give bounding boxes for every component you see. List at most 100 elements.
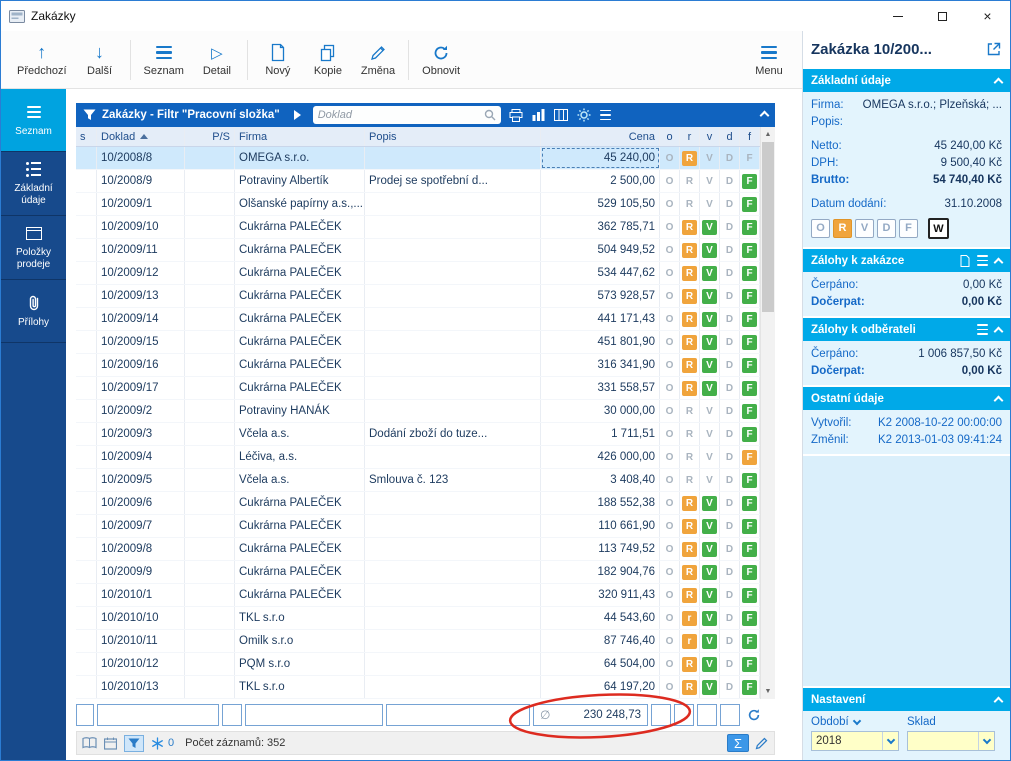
summary-cell[interactable]: [674, 704, 694, 726]
minimize-button[interactable]: [875, 1, 920, 31]
column-header-v[interactable]: v: [700, 127, 720, 146]
summary-cell[interactable]: [697, 704, 717, 726]
close-button[interactable]: ×: [965, 1, 1010, 31]
filter-menu-icon[interactable]: [600, 110, 611, 121]
table-row[interactable]: 10/2009/13Cukrárna PALEČEK573 928,57ORVD…: [76, 285, 760, 308]
column-header-f[interactable]: f: [740, 127, 760, 146]
column-header-cena[interactable]: Cena: [541, 127, 660, 146]
column-header-firma[interactable]: Firma: [235, 127, 365, 146]
summary-cell[interactable]: [245, 704, 383, 726]
summary-cell[interactable]: [97, 704, 219, 726]
summary-cell[interactable]: [386, 704, 530, 726]
table-row[interactable]: 10/2009/4Léčiva, a.s.426 000,00ORVDF: [76, 446, 760, 469]
collapse-section-icon[interactable]: [994, 326, 1004, 336]
menu-button[interactable]: Menu: [744, 39, 794, 80]
collapse-filterbar-icon[interactable]: [761, 106, 768, 124]
table-row[interactable]: 10/2009/6Cukrárna PALEČEK188 552,38ORVDF: [76, 492, 760, 515]
collapse-section-icon[interactable]: [994, 696, 1004, 706]
section-header-zalohy-odberatel[interactable]: Zálohy k odběrateli: [803, 318, 1010, 341]
table-row[interactable]: 10/2008/9Potraviny AlbertíkProdej se spo…: [76, 170, 760, 193]
active-filter-icon[interactable]: [124, 735, 144, 752]
collapse-section-icon[interactable]: [994, 395, 1004, 405]
table-row[interactable]: 10/2009/9Cukrárna PALEČEK182 904,76ORVDF: [76, 561, 760, 584]
calendar-icon[interactable]: [104, 737, 117, 750]
table-row[interactable]: 10/2009/14Cukrárna PALEČEK441 171,43ORVD…: [76, 308, 760, 331]
sidebar-item-prilohy[interactable]: Přílohy: [1, 280, 66, 343]
apply-filter-icon[interactable]: [294, 110, 301, 120]
section-header-zakladni-udaje[interactable]: Základní údaje: [803, 69, 1010, 92]
table-row[interactable]: 10/2009/10Cukrárna PALEČEK362 785,71ORVD…: [76, 216, 760, 239]
scroll-up-arrow[interactable]: ▲: [761, 127, 775, 142]
table-row[interactable]: 10/2009/1Olšanské papírny a.s.,...529 10…: [76, 193, 760, 216]
table-row[interactable]: 10/2008/8OMEGA s.r.o.45 240,00ORVDF: [76, 147, 760, 170]
snowflake-icon[interactable]: [151, 737, 164, 750]
column-header-d[interactable]: d: [720, 127, 740, 146]
sidebar-item-zakladni-udaje[interactable]: Základní údaje: [1, 152, 66, 216]
edit-button[interactable]: Změna: [353, 39, 403, 80]
search-box[interactable]: [313, 106, 501, 124]
sum-toggle-button[interactable]: Σ: [727, 734, 749, 752]
obdobi-select[interactable]: 2018: [811, 731, 899, 751]
summary-average-cell[interactable]: ∅ 230 248,73: [533, 704, 648, 726]
table-row[interactable]: 10/2009/3Včela a.s.Dodání zboží do tuze.…: [76, 423, 760, 446]
book-view-icon[interactable]: [82, 737, 97, 749]
next-button[interactable]: ↓ Další: [75, 39, 125, 80]
scrollbar-thumb[interactable]: [762, 142, 774, 312]
section-menu-icon[interactable]: [977, 255, 988, 266]
table-row[interactable]: 10/2009/8Cukrárna PALEČEK113 749,52ORVDF: [76, 538, 760, 561]
chevron-down-icon[interactable]: [852, 716, 860, 724]
section-header-zalohy-zakazka[interactable]: Zálohy k zakázce: [803, 249, 1010, 272]
table-row[interactable]: 10/2010/13TKL s.r.o64 197,20ORVDF: [76, 676, 760, 699]
column-header-o[interactable]: o: [660, 127, 680, 146]
table-row[interactable]: 10/2009/7Cukrárna PALEČEK110 661,90ORVDF: [76, 515, 760, 538]
edit-pencil-icon[interactable]: [754, 736, 769, 751]
column-header-popis[interactable]: Popis: [365, 127, 541, 146]
document-small-icon[interactable]: [960, 255, 970, 267]
refresh-button[interactable]: Obnovit: [414, 39, 468, 80]
collapse-section-icon[interactable]: [994, 77, 1004, 87]
dropdown-arrow-icon[interactable]: [978, 732, 994, 750]
maximize-button[interactable]: [920, 1, 965, 31]
scroll-down-arrow[interactable]: ▼: [761, 684, 775, 699]
table-row[interactable]: 10/2010/1Cukrárna PALEČEK320 911,43ORVDF: [76, 584, 760, 607]
section-menu-icon[interactable]: [977, 324, 988, 335]
print-icon[interactable]: [509, 109, 523, 122]
table-row[interactable]: 10/2009/12Cukrárna PALEČEK534 447,62ORVD…: [76, 262, 760, 285]
summary-cell[interactable]: [222, 704, 242, 726]
table-row[interactable]: 10/2010/12PQM s.r.o64 504,00ORVDF: [76, 653, 760, 676]
dropdown-arrow-icon[interactable]: [882, 732, 898, 750]
open-external-icon[interactable]: [986, 41, 1002, 57]
scrollbar-track[interactable]: [761, 142, 775, 684]
table-row[interactable]: 10/2009/11Cukrárna PALEČEK504 949,52ORVD…: [76, 239, 760, 262]
table-row[interactable]: 10/2009/16Cukrárna PALEČEK316 341,90ORVD…: [76, 354, 760, 377]
summary-cell[interactable]: [76, 704, 94, 726]
summary-cell[interactable]: [651, 704, 671, 726]
vertical-scrollbar[interactable]: ▲ ▼: [760, 127, 775, 699]
column-header-ps[interactable]: P/S: [185, 127, 235, 146]
previous-button[interactable]: ↑ Předchozí: [9, 39, 75, 80]
column-header-doklad[interactable]: Doklad: [97, 127, 185, 146]
table-row[interactable]: 10/2009/17Cukrárna PALEČEK331 558,57ORVD…: [76, 377, 760, 400]
table-row[interactable]: 10/2010/10TKL s.r.o44 543,60OrVDF: [76, 607, 760, 630]
sidebar-item-seznam[interactable]: Seznam: [1, 89, 66, 152]
summary-cell[interactable]: [720, 704, 740, 726]
section-header-ostatni-udaje[interactable]: Ostatní údaje: [803, 387, 1010, 410]
columns-icon[interactable]: [554, 109, 568, 121]
chart-icon[interactable]: [532, 109, 545, 121]
copy-button[interactable]: Kopie: [303, 39, 353, 80]
collapse-section-icon[interactable]: [994, 257, 1004, 267]
column-header-r[interactable]: r: [680, 127, 700, 146]
table-row[interactable]: 10/2009/2Potraviny HANÁK30 000,00ORVDF: [76, 400, 760, 423]
gear-icon[interactable]: [577, 108, 591, 122]
detail-view-button[interactable]: ▷ Detail: [192, 39, 242, 80]
table-row[interactable]: 10/2009/5Včela a.s.Smlouva č. 1233 408,4…: [76, 469, 760, 492]
search-input[interactable]: [318, 109, 484, 121]
sidebar-item-polozky-prodeje[interactable]: Položky prodeje: [1, 216, 66, 280]
list-view-button[interactable]: Seznam: [136, 39, 192, 80]
table-row[interactable]: 10/2009/15Cukrárna PALEČEK451 801,90ORVD…: [76, 331, 760, 354]
table-row[interactable]: 10/2010/11Omilk s.r.o87 746,40OrVDF: [76, 630, 760, 653]
column-header-s[interactable]: s: [76, 127, 97, 146]
sklad-select[interactable]: [907, 731, 995, 751]
new-button[interactable]: Nový: [253, 39, 303, 80]
section-header-nastaveni[interactable]: Nastavení: [803, 688, 1010, 711]
